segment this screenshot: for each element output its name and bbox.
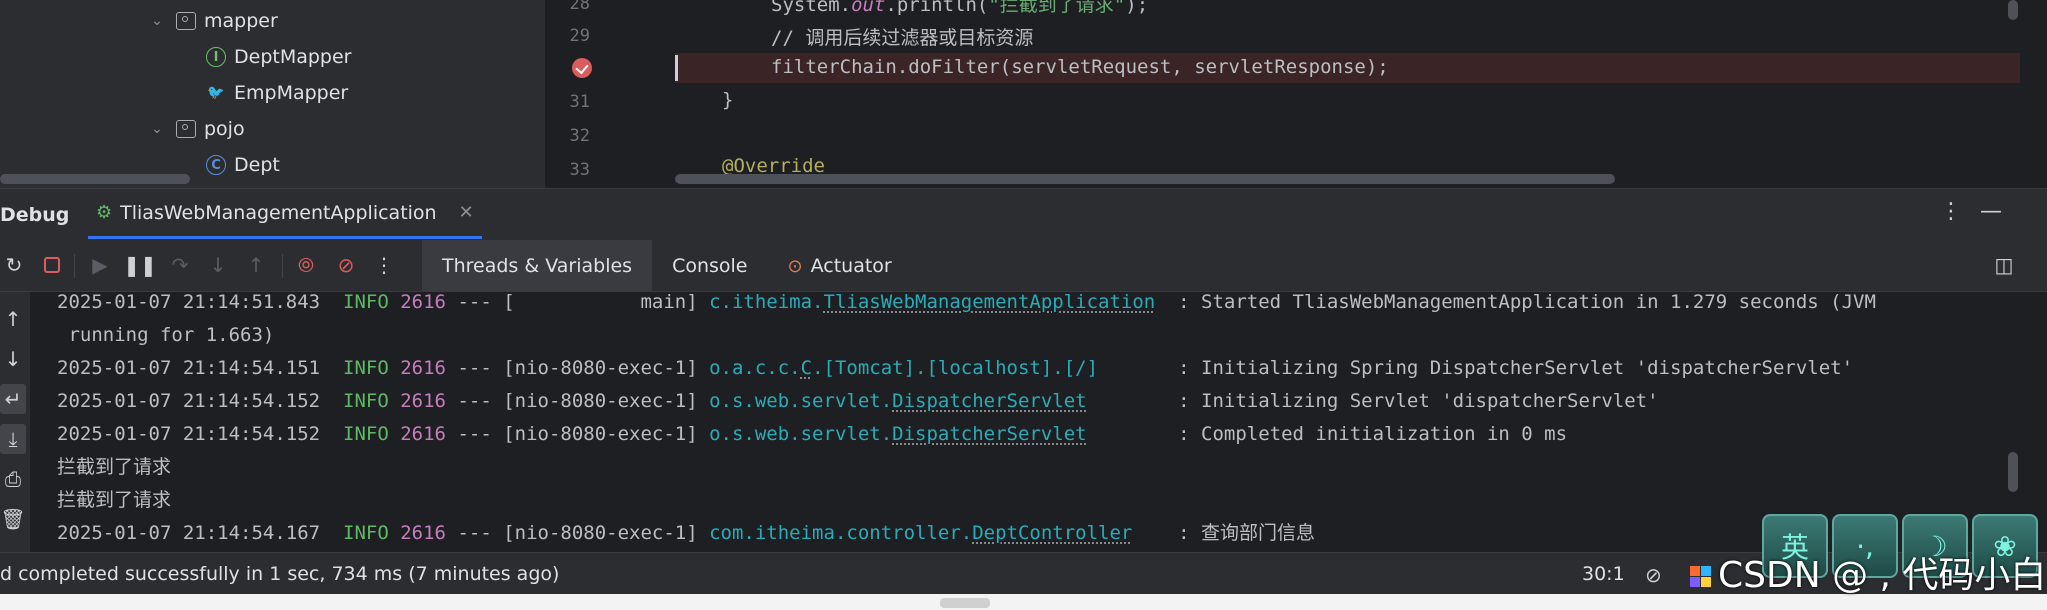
tree-item-empmapper[interactable]: 🐦 EmpMapper (206, 78, 348, 108)
tree-item-dept[interactable]: C Dept (206, 150, 280, 180)
chevron-down-icon[interactable]: ⌄ (148, 13, 166, 29)
line-number: 32 (569, 126, 590, 146)
run-tab-label: TliasWebManagementApplication (120, 201, 437, 224)
resume-icon[interactable]: ▶ (88, 253, 112, 277)
tree-item-label: DeptMapper (234, 46, 352, 68)
toolbar-separator (282, 254, 283, 278)
console-line: 2025-01-07 21:14:51.843 INFO 2616 --- [ … (57, 292, 1876, 313)
tab-label: Actuator (810, 255, 892, 277)
console-side-toolbar: ↑ ↓ ↵ ⤓ ⎙ 🗑 (0, 292, 30, 552)
code-line-30[interactable]: filterChain.doFilter(servletRequest, ser… (771, 56, 1389, 78)
build-status-text[interactable]: d completed successfully in 1 sec, 734 m… (0, 553, 559, 595)
text-caret (675, 55, 678, 81)
debug-bug-icon: ⚙ (96, 202, 113, 223)
tab-threads-variables[interactable]: Threads & Variables (422, 240, 653, 292)
more-options-icon[interactable]: ⋮ (372, 253, 396, 277)
up-arrow-icon[interactable]: ↑ (0, 304, 26, 334)
close-icon[interactable]: ✕ (459, 202, 474, 223)
step-out-icon[interactable]: ↑ (244, 253, 268, 277)
console-line: 2025-01-07 21:14:54.151 INFO 2616 --- [n… (57, 357, 1854, 379)
tree-item-deptmapper[interactable]: I DeptMapper (206, 42, 352, 72)
code-line-28[interactable]: System.out.println("拦截到了请求"); (771, 0, 1148, 17)
debug-toolbar: ↻ ▶ ❚❚ ↷ ↓ ↑ ⦾ ⊘ ⋮ Threads & Variables C… (0, 240, 2047, 292)
scroll-to-end-icon[interactable]: ⤓ (0, 424, 26, 454)
pause-icon[interactable]: ❚❚ (123, 253, 157, 277)
tab-actuator[interactable]: ⊙ Actuator (768, 240, 912, 292)
console-line: 拦截到了请求 (57, 489, 172, 511)
folder-icon (176, 11, 196, 31)
down-arrow-icon[interactable]: ↓ (0, 344, 26, 374)
interface-icon: I (206, 47, 226, 67)
console-scrollbar[interactable] (2008, 452, 2018, 492)
view-breakpoints-icon[interactable]: ⦾ (294, 253, 318, 277)
actuator-icon: ⊙ (787, 255, 803, 277)
step-over-icon[interactable]: ↷ (168, 253, 192, 277)
tree-item-label: Dept (234, 154, 280, 176)
tab-console[interactable]: Console (652, 240, 767, 292)
rerun-icon[interactable]: ↻ (2, 253, 26, 277)
editor-vertical-scrollbar[interactable] (2008, 0, 2018, 20)
no-vcs-icon[interactable]: ⊘ (1645, 563, 1662, 587)
line-number: 31 (569, 92, 590, 112)
mybatis-icon: 🐦 (207, 85, 225, 101)
folder-icon (176, 119, 196, 139)
minimize-icon[interactable]: — (1980, 199, 2002, 224)
cursor-position[interactable]: 30:1 (1582, 553, 1625, 595)
chevron-down-icon[interactable]: ⌄ (148, 121, 166, 137)
more-options-icon[interactable]: ⋮ (1940, 199, 1962, 224)
breakpoint-icon[interactable] (572, 58, 592, 78)
debug-tabs: Threads & Variables Console ⊙ Actuator (422, 240, 912, 292)
step-into-icon[interactable]: ↓ (206, 253, 230, 277)
line-number: 28 (569, 0, 590, 14)
console-line: 2025-01-07 21:14:54.152 INFO 2616 --- [n… (57, 390, 1659, 412)
tree-item-label: EmpMapper (234, 82, 349, 104)
line-number: 29 (569, 26, 590, 46)
trash-icon[interactable]: 🗑 (0, 504, 26, 534)
code-line-31[interactable]: } (722, 89, 733, 111)
console-line: running for 1.663) (57, 324, 275, 346)
code-line-29[interactable]: // 调用后续过滤器或目标资源 (771, 23, 1033, 50)
project-scrollbar[interactable] (0, 174, 190, 184)
tree-item-label: mapper (204, 10, 278, 32)
class-icon: C (206, 155, 226, 175)
layout-settings-icon[interactable]: ◫ (1992, 253, 2016, 277)
debug-title: Debug (0, 204, 70, 226)
project-tool-window: ⌄ mapper I DeptMapper 🐦 EmpMapper ⌄ pojo… (0, 0, 545, 188)
console-output[interactable]: 2025-01-07 21:14:51.843 INFO 2616 --- [ … (30, 292, 2010, 552)
console-line: 2025-01-07 21:14:54.167 INFO 2616 --- [n… (57, 522, 1316, 544)
soft-wrap-icon[interactable]: ↵ (0, 384, 26, 414)
console-line: 2025-01-07 21:14:54.152 INFO 2616 --- [n… (57, 423, 1568, 445)
line-number: 33 (569, 160, 590, 180)
tree-item-pojo[interactable]: ⌄ pojo (148, 114, 245, 144)
tree-item-mapper[interactable]: ⌄ mapper (148, 6, 278, 36)
mute-breakpoints-icon[interactable]: ⊘ (334, 253, 358, 277)
watermark: CSDN @ , 代码小白 (1690, 546, 2046, 598)
stop-button[interactable] (40, 253, 64, 277)
console-line: 拦截到了请求 (57, 456, 172, 478)
run-configuration-tab[interactable]: ⚙ TliasWebManagementApplication ✕ (88, 189, 482, 239)
jetbrains-logo-icon (1690, 566, 1712, 588)
watermark-text: CSDN @ , 代码小白 (1718, 555, 2047, 596)
toolbar-separator (74, 254, 75, 278)
tree-item-label: pojo (204, 118, 245, 140)
debug-tool-window-header: Debug ⚙ TliasWebManagementApplication ✕ … (0, 188, 2047, 240)
top-area: ⌄ mapper I DeptMapper 🐦 EmpMapper ⌄ pojo… (0, 0, 2047, 188)
editor-horizontal-scrollbar[interactable] (675, 174, 1615, 184)
window-handle (940, 598, 990, 608)
print-icon[interactable]: ⎙ (0, 464, 26, 494)
